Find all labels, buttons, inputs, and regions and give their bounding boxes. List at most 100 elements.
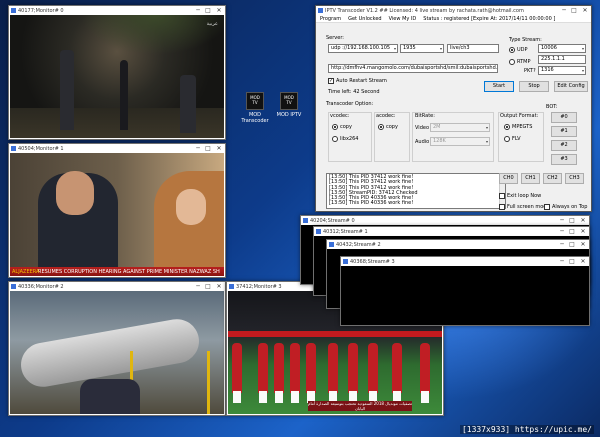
close-icon[interactable]: ✕ <box>213 7 225 14</box>
minimize-icon[interactable]: ─ <box>557 241 567 248</box>
channel-button-2[interactable]: CH2 <box>543 173 562 184</box>
radio-selected-icon <box>378 124 384 130</box>
desktop-icon-label: MOD Transcoder <box>241 112 269 124</box>
minimize-icon[interactable]: ─ <box>193 7 203 14</box>
exit-loop-checkbox[interactable]: Exit loop Now <box>499 193 541 199</box>
chevron-down-icon: ▾ <box>485 125 488 130</box>
type-port-input[interactable]: 10006 ▾ <box>538 44 586 53</box>
channel-button-0[interactable]: CH0 <box>499 173 518 184</box>
rtmp-radio[interactable]: RTMP <box>509 59 531 65</box>
close-icon[interactable]: ✕ <box>213 283 225 290</box>
monitor-1-title: 40504;Monitor# 1 <box>18 145 64 152</box>
close-icon[interactable]: ✕ <box>577 241 589 248</box>
bitrate-label: BitRate: <box>415 113 435 119</box>
desktop-icon-mod-transcoder[interactable]: MOD TV MOD Transcoder <box>238 92 272 124</box>
minimize-icon[interactable]: ─ <box>193 145 203 152</box>
minimize-icon[interactable]: ─ <box>193 283 203 290</box>
stream-0-titlebar[interactable]: 40204;Stream# 0 ─ □ ✕ <box>301 216 589 225</box>
auto-restart-checkbox[interactable]: ✓ Auto Restart Stream <box>328 78 387 84</box>
app-icon <box>11 146 16 151</box>
stream-url-input[interactable]: http://dmfhv4.mangomolo.com/dubaisportsh… <box>328 64 498 73</box>
channel-button-1[interactable]: CH1 <box>521 173 540 184</box>
video-bitrate-select[interactable]: 2M ▾ <box>430 123 490 132</box>
checkbox-icon <box>499 204 505 210</box>
maximize-icon[interactable]: □ <box>203 145 213 152</box>
vcodec-libx264-radio[interactable]: libx264 <box>332 136 358 142</box>
monitor-0-titlebar[interactable]: 40177;Monitor# 0 ─ □ ✕ <box>9 6 225 15</box>
minimize-icon[interactable]: ─ <box>557 217 567 224</box>
stop-button[interactable]: Stop <box>519 81 549 92</box>
menu-get-unlocked[interactable]: Get Unlocked <box>348 16 382 22</box>
transcoder-titlebar[interactable]: IPTV Transcoder V1.2 ## Licensed: 4 live… <box>316 6 591 15</box>
maximize-icon[interactable]: □ <box>203 283 213 290</box>
stream-2-title: 40432;Stream# 2 <box>336 241 381 248</box>
maximize-icon[interactable]: □ <box>567 228 577 235</box>
minimize-icon[interactable]: ─ <box>559 7 569 14</box>
stream-2-titlebar[interactable]: 40432;Stream# 2 ─ □ ✕ <box>327 240 589 249</box>
monitor-1-titlebar[interactable]: 40504;Monitor# 1 ─ □ ✕ <box>9 144 225 153</box>
maximize-icon[interactable]: □ <box>567 258 577 265</box>
channel-button-3[interactable]: CH3 <box>565 173 584 184</box>
mpegts-radio[interactable]: MPEGTS <box>504 124 532 130</box>
menu-view-my-id[interactable]: View My ID <box>389 16 417 22</box>
desktop-icon-mod-iptv[interactable]: MOD TV MOD IPTV <box>272 92 306 118</box>
close-icon[interactable]: ✕ <box>577 217 589 224</box>
server-port-select[interactable]: 1935 ▾ <box>400 44 444 53</box>
menu-program[interactable]: Program <box>320 16 341 22</box>
mod-tv-icon: MOD TV <box>246 92 264 110</box>
udp-radio[interactable]: UDP <box>509 47 528 53</box>
monitor-window-1[interactable]: 40504;Monitor# 1 ─ □ ✕ ALJAZEERA RESUMES… <box>8 143 226 278</box>
close-icon[interactable]: ✕ <box>577 258 589 265</box>
audio-bitrate-label: Audio <box>415 139 430 145</box>
maximize-icon[interactable]: □ <box>569 7 579 14</box>
minimize-icon[interactable]: ─ <box>557 228 567 235</box>
server-address-select[interactable]: udp ://192.168.100.105 ▾ <box>328 44 398 53</box>
monitor-2-titlebar[interactable]: 40336;Monitor# 2 ─ □ ✕ <box>9 282 225 291</box>
app-icon <box>318 8 323 13</box>
maximize-icon[interactable]: □ <box>567 217 577 224</box>
audio-bitrate-select[interactable]: 128K ▾ <box>430 137 490 146</box>
type-stream-label: Type Stream: <box>509 37 542 43</box>
radio-icon <box>504 136 510 142</box>
edit-config-button[interactable]: Edit Config <box>554 81 588 92</box>
type-address-input[interactable]: 225.1.1.1 <box>538 55 586 64</box>
monitor-window-2[interactable]: 40336;Monitor# 2 ─ □ ✕ <box>8 281 226 416</box>
log-output[interactable]: [13:50] This PID 37412 work fine! [13:50… <box>326 173 506 209</box>
log-line: [13:50] This PID 40336 work fine! <box>329 200 414 207</box>
checkbox-icon <box>544 204 550 210</box>
minimize-icon[interactable]: ─ <box>557 258 567 265</box>
acodec-copy-radio[interactable]: copy <box>378 124 398 130</box>
start-button[interactable]: Start <box>484 81 514 92</box>
bot-button-3[interactable]: #3 <box>551 154 577 165</box>
acodec-group <box>374 112 410 162</box>
bot-button-1[interactable]: #1 <box>551 126 577 137</box>
vcodec-copy-radio[interactable]: copy <box>332 124 352 130</box>
close-icon[interactable]: ✕ <box>579 7 591 14</box>
server-label: Server: <box>326 35 344 41</box>
stream-1-titlebar[interactable]: 40312;Stream# 1 ─ □ ✕ <box>314 227 589 236</box>
output-format-label: Output Format: <box>500 113 539 119</box>
chevron-down-icon: ▾ <box>439 46 442 51</box>
stream-3-titlebar[interactable]: 40368;Stream# 3 ─ □ ✕ <box>341 257 589 266</box>
transcoder-window[interactable]: IPTV Transcoder V1.2 ## Licensed: 4 live… <box>315 5 592 212</box>
bot-button-0[interactable]: #0 <box>551 112 577 123</box>
menu-bar: Program Get Unlocked View My ID Status :… <box>316 15 591 23</box>
close-icon[interactable]: ✕ <box>577 228 589 235</box>
server-path-input[interactable]: live/ch3 <box>447 44 499 53</box>
chevron-down-icon: ▾ <box>581 46 584 51</box>
always-on-top-checkbox[interactable]: Always on Top <box>544 204 587 210</box>
close-icon[interactable]: ✕ <box>213 145 225 152</box>
app-icon <box>303 218 308 223</box>
maximize-icon[interactable]: □ <box>567 241 577 248</box>
channel-logo: عربية <box>206 21 218 27</box>
monitor-1-video: ALJAZEERA RESUMES CORRUPTION HEARING AGA… <box>10 153 224 276</box>
bot-button-2[interactable]: #2 <box>551 140 577 151</box>
maximize-icon[interactable]: □ <box>203 7 213 14</box>
monitor-window-0[interactable]: 40177;Monitor# 0 ─ □ ✕ عربية <box>8 5 226 140</box>
vcodec-label: vcodec: <box>330 113 350 119</box>
menu-status[interactable]: Status : registered [Expire At: 2017/14/… <box>423 16 555 22</box>
stream-window-3[interactable]: 40368;Stream# 3 ─ □ ✕ <box>340 256 590 326</box>
flv-radio[interactable]: FLV <box>504 136 521 142</box>
fullscreen-checkbox[interactable]: Full screen mode <box>499 204 550 210</box>
pkt-select[interactable]: 1316 ▾ <box>538 66 586 75</box>
